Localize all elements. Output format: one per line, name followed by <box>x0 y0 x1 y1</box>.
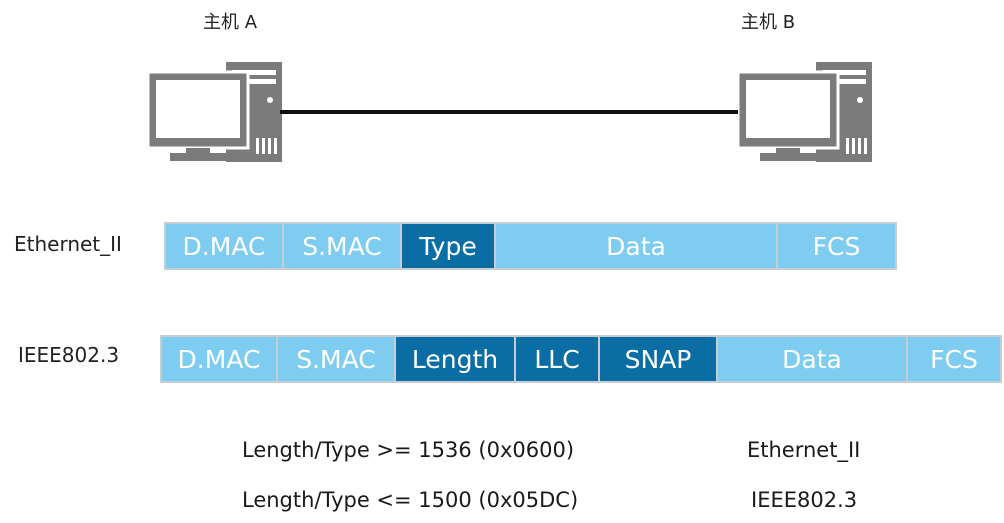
ieee8023-field-fcs: FCS <box>908 335 1002 383</box>
ieee8023-label: IEEE802.3 <box>18 343 120 367</box>
ethernet-ii-field-type: Type <box>402 222 496 270</box>
ieee8023-field-data: Data <box>718 335 908 383</box>
rule-1-result: Ethernet_II <box>747 438 861 462</box>
ieee8023-field-llc: LLC <box>516 335 600 383</box>
ethernet-ii-frame: D.MAC S.MAC Type Data FCS <box>164 222 897 270</box>
rule-2-result: IEEE802.3 <box>751 488 858 512</box>
host-a-label: 主机 A <box>203 12 258 33</box>
host-a-computer-icon <box>148 62 282 162</box>
ieee8023-field-dmac: D.MAC <box>160 335 278 383</box>
ieee8023-field-length: Length <box>396 335 516 383</box>
host-b-label: 主机 B <box>741 12 796 33</box>
rule-2-condition: Length/Type <= 1500 (0x05DC) <box>242 488 579 512</box>
ieee8023-field-snap: SNAP <box>600 335 718 383</box>
ethernet-ii-label: Ethernet_II <box>14 232 122 256</box>
rule-1-condition: Length/Type >= 1536 (0x0600) <box>242 438 575 462</box>
ieee8023-field-smac: S.MAC <box>278 335 396 383</box>
ethernet-ii-field-data: Data <box>496 222 778 270</box>
host-b-computer-icon <box>738 62 872 162</box>
ethernet-ii-field-dmac: D.MAC <box>164 222 284 270</box>
ieee8023-frame: D.MAC S.MAC Length LLC SNAP Data FCS <box>160 335 1002 383</box>
network-cable <box>280 110 744 114</box>
ethernet-ii-field-fcs: FCS <box>778 222 897 270</box>
ethernet-ii-field-smac: S.MAC <box>284 222 402 270</box>
